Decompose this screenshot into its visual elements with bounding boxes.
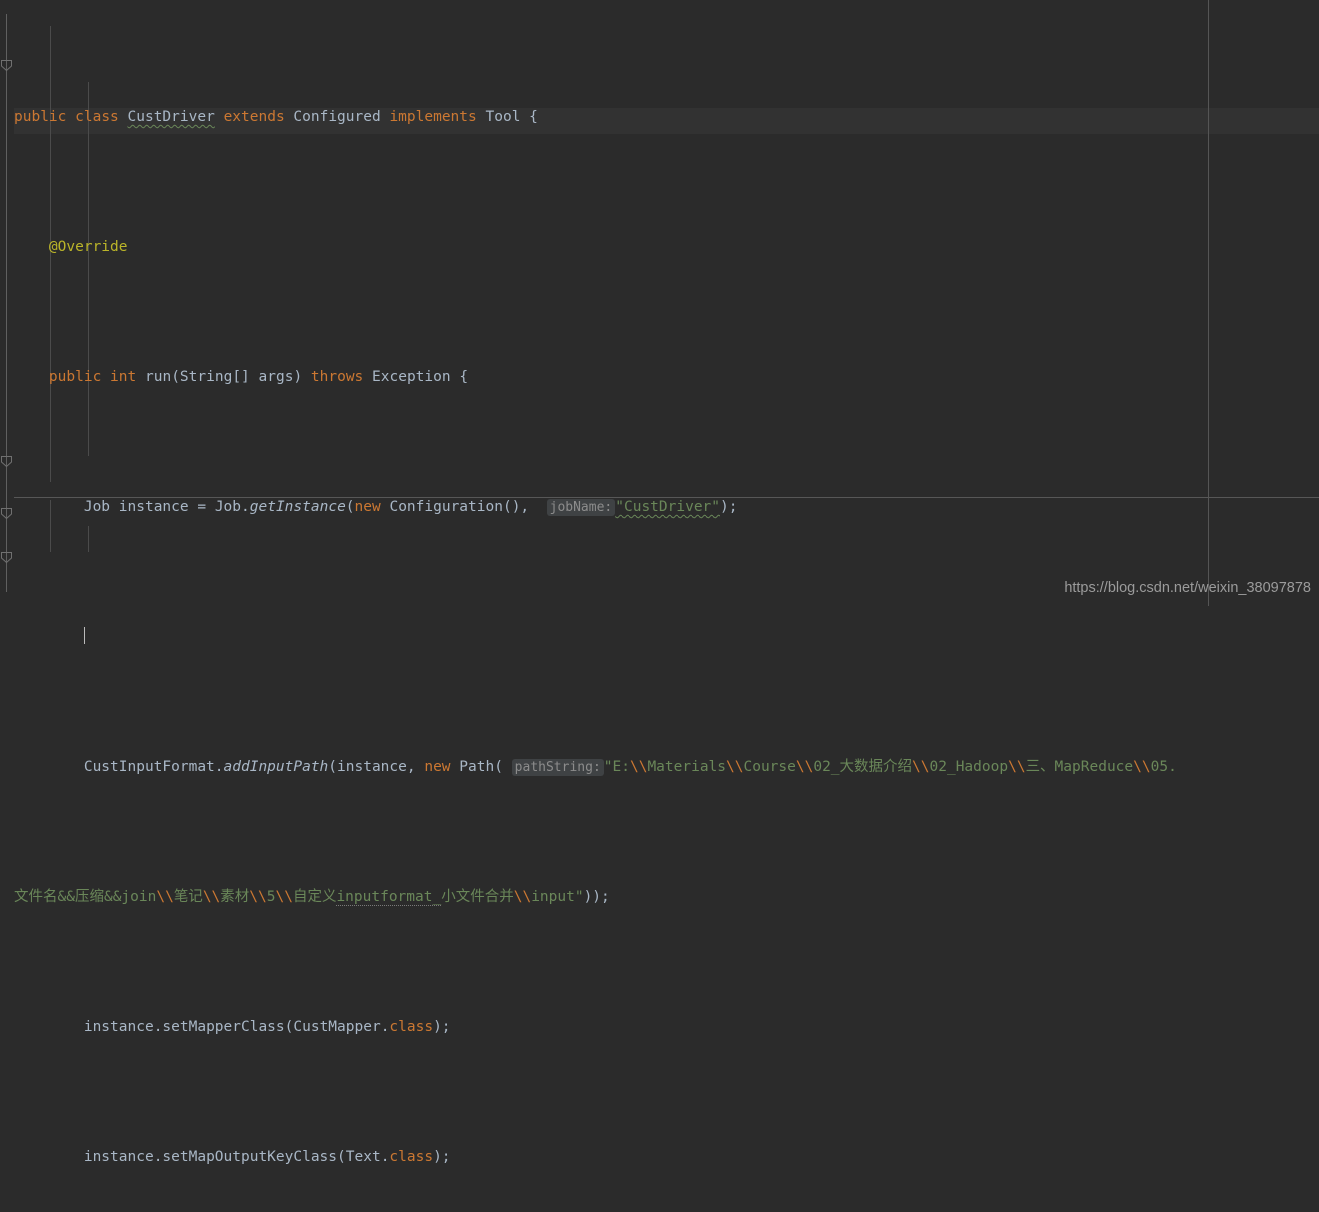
token-annotation: @Override <box>48 239 128 255</box>
fold-rail-run-method <box>6 68 7 468</box>
token-escape: \\ <box>912 759 930 775</box>
token-type: Exception <box>372 369 451 385</box>
token-string: 文件名&&压缩&&join <box>14 889 157 905</box>
token-string: 三、MapReduce <box>1025 759 1134 775</box>
token-keyword: int <box>110 369 137 385</box>
code-line-8[interactable]: instance.setMapOutputKeyClass(Text.class… <box>0 1144 1319 1170</box>
code-editor[interactable]: public class CustDriver extends Configur… <box>0 0 1319 1165</box>
token-type: Job <box>83 499 111 515</box>
token-string: 小文件合并 <box>441 889 514 905</box>
code-line-3[interactable]: public int run(String[] args) throws Exc… <box>0 364 1319 390</box>
token-punc: ); <box>433 1149 451 1165</box>
code-line-2[interactable]: @Override <box>0 234 1319 260</box>
token-string: inputformat_ <box>336 889 442 906</box>
token-string: "E: <box>603 759 630 775</box>
token-string: Course <box>743 759 796 775</box>
token-escape: \\ <box>1133 759 1151 775</box>
token-keyword: public <box>14 109 67 125</box>
token-type: Path <box>459 759 495 775</box>
parameter-hint-jobname: jobName: <box>546 499 616 516</box>
token-escape: \\ <box>156 889 174 905</box>
token-escape: \\ <box>795 759 814 775</box>
token-variable: instance <box>118 499 189 515</box>
token-string: Materials <box>647 759 727 775</box>
token-type: Text <box>345 1149 381 1165</box>
token-keyword: implements <box>389 109 477 125</box>
token-static-method: getInstance <box>249 499 346 515</box>
token-punc: , <box>406 759 425 775</box>
token-string: input" <box>531 889 584 905</box>
token-string: 5 <box>266 889 276 905</box>
token-escape: \\ <box>726 759 744 775</box>
token-punc: ( <box>337 1149 346 1165</box>
token-punc: ); <box>720 499 738 515</box>
token-punc: ); <box>433 1019 451 1035</box>
fold-arrow-inner-block[interactable] <box>1 456 12 467</box>
token-keyword: public <box>48 369 102 385</box>
token-class-name: CustDriver <box>127 109 215 125</box>
token-keyword: class <box>75 109 119 125</box>
text-caret <box>83 627 85 644</box>
token-brace: { <box>520 109 538 125</box>
token-string: 02_Hadoop <box>929 759 1009 775</box>
token-type: Tool <box>485 109 521 125</box>
parameter-hint-pathstring: pathString: <box>511 759 604 776</box>
csdn-watermark: https://blog.csdn.net/weixin_38097878 <box>1064 580 1311 596</box>
token-keyword: throws <box>310 369 364 385</box>
token-variable: instance <box>83 1149 154 1165</box>
token-string: 05. <box>1150 759 1177 775</box>
token-punc: ( <box>171 369 180 385</box>
token-brace: { <box>450 369 469 385</box>
token-escape: \\ <box>202 889 221 905</box>
token-type: Configuration <box>389 499 503 515</box>
code-line-4[interactable]: Job instance = Job.getInstance(new Confi… <box>0 494 1319 520</box>
token-keyword: class <box>389 1149 434 1165</box>
token-variable: instance <box>83 1019 154 1035</box>
token-punc: ( <box>284 1019 294 1035</box>
token-punc: ( <box>345 499 355 515</box>
token-escape: \\ <box>1008 759 1026 775</box>
token-method-name: run <box>144 369 172 385</box>
token-keyword: new <box>424 759 451 775</box>
token-punc: )); <box>583 889 610 905</box>
fold-arrow-main-method[interactable] <box>1 508 12 519</box>
code-line-6-wrapped[interactable]: 文件名&&压缩&&join\\笔记\\素材\\5\\自定义inputformat… <box>0 884 1319 910</box>
token-type: Job <box>214 499 242 515</box>
token-type: Configured <box>293 109 381 125</box>
token-escape: \\ <box>629 759 648 775</box>
code-content[interactable]: public class CustDriver extends Configur… <box>0 0 1319 1212</box>
token-keyword: new <box>354 499 381 515</box>
token-punc: [] <box>232 369 259 385</box>
token-static-method: addInputPath <box>223 759 329 775</box>
token-keyword: extends <box>223 109 285 125</box>
fold-arrow-run-method[interactable] <box>1 60 12 71</box>
token-method-call: setMapOutputKeyClass <box>162 1149 338 1165</box>
token-punc: ( <box>328 759 338 775</box>
code-line-6[interactable]: CustInputFormat.addInputPath(instance, n… <box>0 754 1319 780</box>
code-line-7[interactable]: instance.setMapperClass(CustMapper.class… <box>0 1014 1319 1040</box>
token-punc: ) <box>293 369 311 385</box>
fold-arrow-outer-block[interactable] <box>1 552 12 563</box>
token-escape: \\ <box>275 889 293 905</box>
code-line-5-caret-line[interactable] <box>0 624 1319 650</box>
token-string: 笔记 <box>173 889 203 905</box>
code-line-1[interactable]: public class CustDriver extends Configur… <box>0 104 1319 130</box>
token-escape: \\ <box>513 889 532 905</box>
token-parameter: args <box>258 369 294 385</box>
token-escape: \\ <box>249 889 267 905</box>
token-variable: instance <box>337 759 407 775</box>
token-string: 素材 <box>220 889 250 905</box>
token-punc: ( <box>494 759 512 775</box>
token-type: CustMapper <box>293 1019 381 1035</box>
token-method-call: setMapperClass <box>162 1019 285 1035</box>
token-punc: (), <box>502 499 538 515</box>
token-string: "CustDriver" <box>615 499 721 515</box>
token-type: String <box>179 369 233 385</box>
token-string: 自定义 <box>292 889 337 905</box>
token-keyword: class <box>389 1019 434 1035</box>
token-class-ref: CustInputFormat <box>83 759 215 775</box>
token-string: 02_大数据介绍 <box>813 759 913 775</box>
